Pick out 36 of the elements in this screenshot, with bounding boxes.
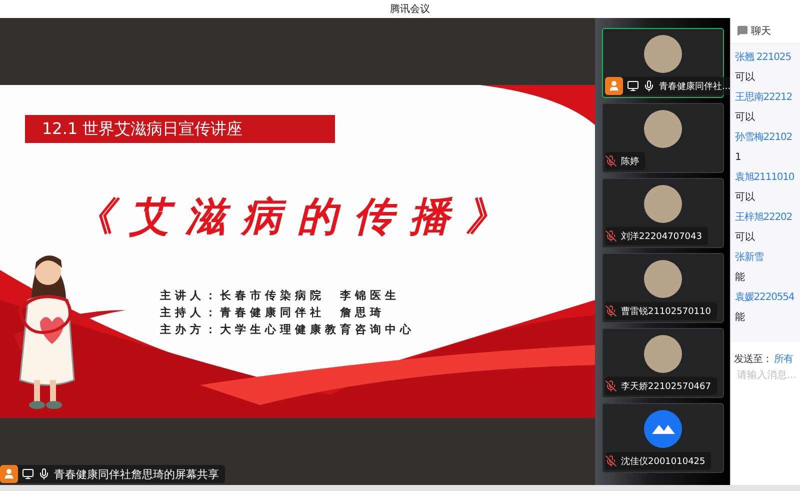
chat-title: 聊天 — [751, 24, 771, 38]
chat-sender: 张翘 221025 — [735, 50, 792, 65]
slide-banner: 12.1 世界艾滋病日宣传讲座 — [25, 115, 335, 143]
recipient-link[interactable]: 所有 — [774, 352, 793, 366]
chat-sender: 张新雪 — [735, 250, 764, 265]
credit-line: 主办方：大学生心理健康教育咨询中心 — [160, 322, 416, 337]
chat-message: 可以 — [735, 70, 756, 85]
credit-line: 主持人：青春健康同伴社 詹思琦 — [160, 305, 386, 320]
presenter-name: 青春健康同伴社詹思琦的屏幕共享 — [54, 466, 219, 482]
chat-message: 1 — [735, 151, 742, 165]
participant-tile[interactable]: 刘洋22204707043 — [602, 178, 724, 248]
chat-sender: 孙雪梅22102 — [735, 130, 794, 145]
participant-name: 沈佳仪2001010425 — [621, 456, 706, 468]
chat-sender: 袁旭2111010 — [735, 170, 796, 185]
participant-name: 刘洋22204707043 — [621, 230, 702, 242]
chat-sender: 王思南22212 — [735, 90, 794, 105]
slide-title: 《艾滋病的传播》 — [72, 192, 522, 242]
window-title: 腾讯会议 — [390, 2, 430, 16]
chat-message: 能 — [735, 310, 746, 325]
chat-message: 可以 — [735, 230, 756, 245]
chat-sender: 袁媛2220554 — [735, 290, 796, 305]
participant-name: 陈婷 — [621, 156, 639, 168]
chat-message: 能 — [735, 270, 746, 285]
participant-name: 青春健康同伴社... — [659, 80, 731, 92]
participant-tile[interactable]: 沈佳仪2001010425 — [602, 403, 724, 473]
participant-tile[interactable]: 陈婷 — [602, 103, 724, 173]
chat-message: 可以 — [735, 190, 756, 205]
participant-tile[interactable]: 曹雷锐21102570110 — [602, 253, 724, 323]
participant-name: 李天娇22102570467 — [621, 380, 711, 392]
chat-sender: 王梓旭22202 — [735, 210, 794, 225]
participant-name: 曹雷锐21102570110 — [621, 306, 711, 318]
message-input[interactable]: 请输入消息... — [737, 370, 799, 381]
send-to-label: 发送至： — [734, 353, 772, 366]
participant-tile[interactable]: 李天娇22102570467 — [602, 328, 724, 398]
chat-message: 可以 — [735, 110, 756, 125]
credit-line: 主讲人：长春市传染病院 李锦医生 — [160, 288, 401, 303]
